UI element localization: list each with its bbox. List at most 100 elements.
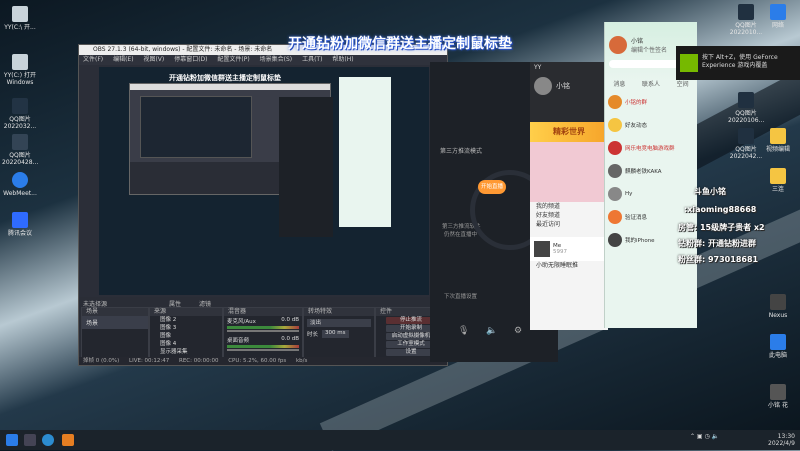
clock[interactable]: 13:30 2022/4/9 xyxy=(768,433,795,447)
desktop-icon-label: YY(C:\ 开... xyxy=(4,24,36,31)
tab-space[interactable]: 空间 xyxy=(677,80,689,90)
scenes-header: 场景 xyxy=(82,308,148,316)
mode-label: 第三方推流模式 xyxy=(440,148,483,155)
cpu-fps: CPU: 5.2%, 60.00 fps xyxy=(228,358,287,364)
edge-icon[interactable] xyxy=(42,434,54,446)
obs-preview[interactable]: 开通钻粉加微信群送主播定制鼠标垫 xyxy=(99,67,429,295)
folder-icon xyxy=(770,128,786,144)
desktop-icon[interactable]: 视频编辑 xyxy=(760,128,796,153)
duration-input[interactable]: 300 ms xyxy=(322,330,349,338)
desktop-icon[interactable]: QQ图片 20220106... xyxy=(728,92,764,124)
obs-window[interactable]: OBS 27.1.3 (64-bit, windows) - 配置文件: 未命名… xyxy=(78,44,448,366)
virtual-camera-button[interactable]: 启动虚拟摄像机 xyxy=(386,333,436,340)
mic-icon[interactable]: 🎙 xyxy=(458,326,469,336)
next-live-settings[interactable]: 下次直播设置 xyxy=(444,292,477,300)
list-item[interactable]: Hy xyxy=(605,182,697,205)
avatar[interactable] xyxy=(609,36,627,54)
desktop-icon[interactable]: 三连 xyxy=(760,168,796,193)
yy-banner[interactable]: 精彩世界 xyxy=(530,122,608,142)
transition-select[interactable]: 淡出 xyxy=(307,319,371,327)
clock-time: 13:30 xyxy=(777,433,795,440)
image-icon xyxy=(12,134,28,150)
tab-contacts[interactable]: 联系人 xyxy=(642,80,660,90)
mixer-name: 麦克风/Aux xyxy=(227,319,256,325)
desktop-icon[interactable]: QQ图片 2022010... xyxy=(728,4,764,36)
desktop-icon-label: QQ图片 2022010... xyxy=(729,22,763,36)
list-item-name: 网乐电竞电脑游戏群 xyxy=(625,145,675,152)
menu-file[interactable]: 文件(F) xyxy=(83,56,103,63)
menu-view[interactable]: 视图(V) xyxy=(143,56,164,63)
yy-menu-item[interactable]: 最近访问 xyxy=(530,220,608,229)
desktop-icon[interactable]: QQ图片 2022042... xyxy=(728,128,764,160)
desktop-icon[interactable]: Nexus xyxy=(760,294,796,319)
menu-tools[interactable]: 工具(T) xyxy=(302,56,322,63)
desktop-icon[interactable]: YY(C:\ 开... xyxy=(2,6,38,31)
yy-menu-item[interactable]: 我的频道 xyxy=(530,202,608,211)
desktop-icon-label: YY(C:) 打开 Windows xyxy=(3,72,37,86)
studio-mode-button[interactable]: 工作室模式 xyxy=(386,341,436,348)
volume-slider[interactable] xyxy=(227,349,299,351)
desktop-icon[interactable]: YY(C:) 打开 Windows xyxy=(2,54,38,86)
list-item[interactable]: 麒麟老铁KAKA xyxy=(605,159,697,182)
list-item-name: 麒麟老铁KAKA xyxy=(625,168,662,175)
qq-signature[interactable]: 编辑个性签名 xyxy=(631,45,667,54)
desktop-icon[interactable]: WebMeet... xyxy=(2,172,38,197)
sources-header: 来源 xyxy=(150,308,222,316)
volume-slider[interactable] xyxy=(227,330,299,332)
network-icon xyxy=(770,4,786,20)
yy-panel[interactable]: YY 小铭 精彩世界 我的频道 好友频道 最近访问 Me 5997 小助无限睡眠… xyxy=(530,62,608,330)
source-item[interactable]: 图像 3 xyxy=(160,324,222,332)
source-item[interactable]: 图像 2 xyxy=(160,316,222,324)
dropped-frames: 掉帧 0 (0.0%) xyxy=(83,358,120,364)
mixer-header: 混音器 xyxy=(224,308,302,316)
stop-streaming-button[interactable]: 停止推流 xyxy=(386,317,436,324)
source-item[interactable]: 显示器采集 xyxy=(160,348,222,356)
desktop-icon-label: 小铭 花 xyxy=(768,402,788,409)
desktop-icon-label: 此电脑 xyxy=(768,352,787,359)
desktop-icon-label: 视频编辑 xyxy=(765,146,790,153)
desktop-icon[interactable]: 网络 xyxy=(760,4,796,29)
avatar[interactable] xyxy=(534,77,552,95)
start-recording-button[interactable]: 开始录制 xyxy=(386,325,436,332)
nested-banner: 开通钻粉加微信群送主播定制鼠标垫 xyxy=(169,74,281,82)
menu-docks[interactable]: 停靠窗口(D) xyxy=(174,56,207,63)
overlay-douyu: 斗鱼小铭 xyxy=(694,187,726,196)
desktop-icon[interactable]: QQ图片 20220428... xyxy=(2,134,38,166)
search-icon[interactable] xyxy=(24,434,36,446)
desktop-icon-label: Nexus xyxy=(768,312,788,319)
desktop-icon[interactable]: 此电脑 xyxy=(760,334,796,359)
mixer-name: 桌面音频 xyxy=(227,338,250,344)
speaker-icon[interactable]: 🔈 xyxy=(486,326,497,336)
scene-item[interactable]: 场景 xyxy=(82,316,148,329)
start-live-button[interactable]: 开始直播 xyxy=(478,180,506,194)
desktop-icon[interactable]: 小铭 花 xyxy=(760,384,796,409)
list-item[interactable]: 小铭的群 xyxy=(605,90,697,113)
nested-qq xyxy=(339,77,391,227)
desktop-icon[interactable]: 腾讯会议 xyxy=(2,212,38,237)
menu-help[interactable]: 帮助(H) xyxy=(332,56,353,63)
list-item[interactable]: 网乐电竞电脑游戏群 xyxy=(605,136,697,159)
menu-scene-collection[interactable]: 场景集合(S) xyxy=(260,56,293,63)
yy-user: 小铭 xyxy=(556,82,570,90)
tab-messages[interactable]: 消息 xyxy=(613,80,625,90)
obs-title: OBS 27.1.3 (64-bit, windows) - 配置文件: 未命名… xyxy=(93,46,273,53)
menu-edit[interactable]: 编辑(E) xyxy=(113,56,133,63)
desktop-icon[interactable]: QQ图片 2022032... xyxy=(2,98,38,130)
qq-user: 小铭 xyxy=(631,38,644,45)
list-item[interactable]: 好友动态 xyxy=(605,113,697,136)
source-item[interactable]: 图像 4 xyxy=(160,340,222,348)
settings-button[interactable]: 设置 xyxy=(386,349,436,356)
yy-menu-item[interactable]: 好友频道 xyxy=(530,211,608,220)
chat-id: 5997 xyxy=(553,249,567,255)
source-item[interactable]: 图像 xyxy=(160,332,222,340)
tray-icons[interactable]: ⌃ ▣ ◷ 🔈 xyxy=(690,433,719,440)
obs-menubar: 文件(F) 编辑(E) 视图(V) 停靠窗口(D) 配置文件(P) 场景集合(S… xyxy=(79,55,447,65)
start-button[interactable] xyxy=(6,434,18,446)
gear-icon[interactable]: ⚙ xyxy=(514,326,522,336)
app-icon[interactable] xyxy=(62,434,74,446)
desktop-icon-label: QQ图片 20220428... xyxy=(2,152,39,166)
avatar xyxy=(608,163,622,178)
menu-profile[interactable]: 配置文件(P) xyxy=(217,56,249,63)
nvidia-toast[interactable]: 按下 Alt+Z，使用 GeForce Experience 游戏内覆盖 xyxy=(676,46,800,80)
avatar xyxy=(608,94,622,109)
